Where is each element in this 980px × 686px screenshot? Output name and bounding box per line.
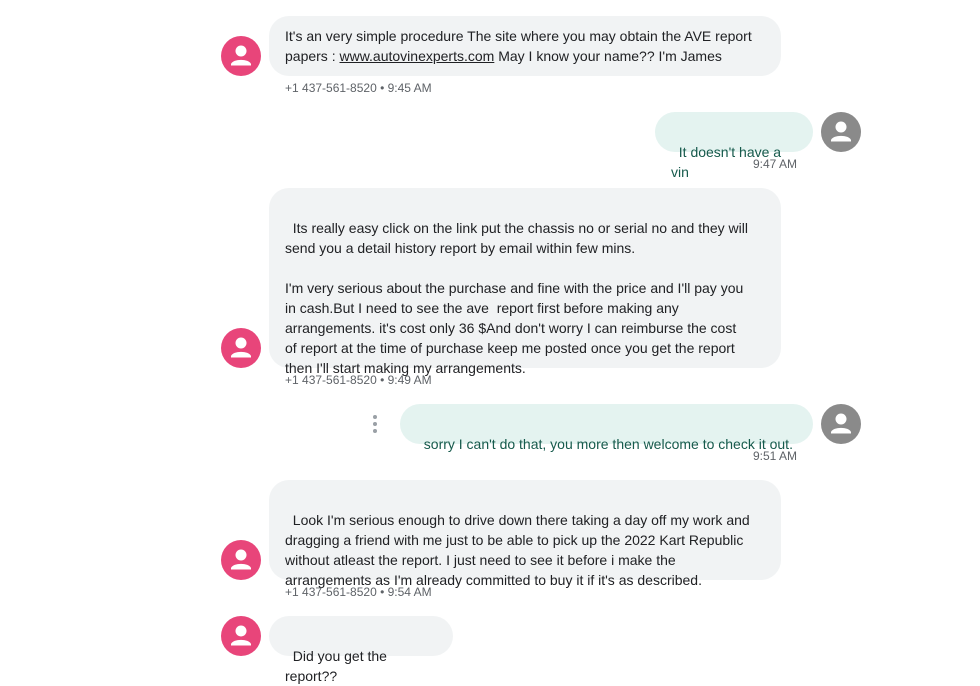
person-icon xyxy=(221,328,261,368)
message-bubble-incoming[interactable]: Its really easy click on the link put th… xyxy=(269,188,781,376)
more-vertical-icon[interactable] xyxy=(367,412,383,436)
message-link[interactable]: www.autovinexperts.com xyxy=(339,48,494,64)
person-icon xyxy=(221,616,261,656)
person-icon xyxy=(821,404,861,444)
self-avatar[interactable] xyxy=(821,404,861,444)
message-text: sorry I can't do that, you more then wel… xyxy=(423,436,793,452)
contact-avatar[interactable] xyxy=(221,36,261,76)
message-bubble-outgoing[interactable]: It doesn't have a vin xyxy=(655,112,813,180)
message-meta: +1 437-561-8520 • 9:45 AM xyxy=(285,81,432,95)
message-text: May I know your name?? I'm James xyxy=(494,48,722,64)
message-meta: 9:51 AM xyxy=(752,449,797,463)
message-text: Look I'm serious enough to drive down th… xyxy=(285,512,750,588)
message-text: Did you get the report?? xyxy=(285,648,391,684)
contact-avatar[interactable] xyxy=(221,540,261,580)
contact-avatar[interactable] xyxy=(221,328,261,368)
message-bubble-incoming[interactable]: Did you get the report?? xyxy=(269,616,453,684)
person-icon xyxy=(221,36,261,76)
message-meta: +1 437-561-8520 • 9:54 AM xyxy=(285,585,432,599)
person-icon xyxy=(221,540,261,580)
message-bubble-incoming[interactable]: It's an very simple procedure The site w… xyxy=(269,16,781,76)
person-icon xyxy=(821,112,861,152)
message-text: Its really easy click on the link put th… xyxy=(285,220,748,376)
message-bubble-outgoing[interactable]: sorry I can't do that, you more then wel… xyxy=(400,404,813,452)
message-bubble-incoming[interactable]: Look I'm serious enough to drive down th… xyxy=(269,480,781,588)
message-meta: 9:47 AM xyxy=(752,157,797,171)
message-meta: +1 437-561-8520 • 9:49 AM xyxy=(285,373,432,387)
self-avatar[interactable] xyxy=(821,112,861,152)
contact-avatar[interactable] xyxy=(221,616,261,656)
